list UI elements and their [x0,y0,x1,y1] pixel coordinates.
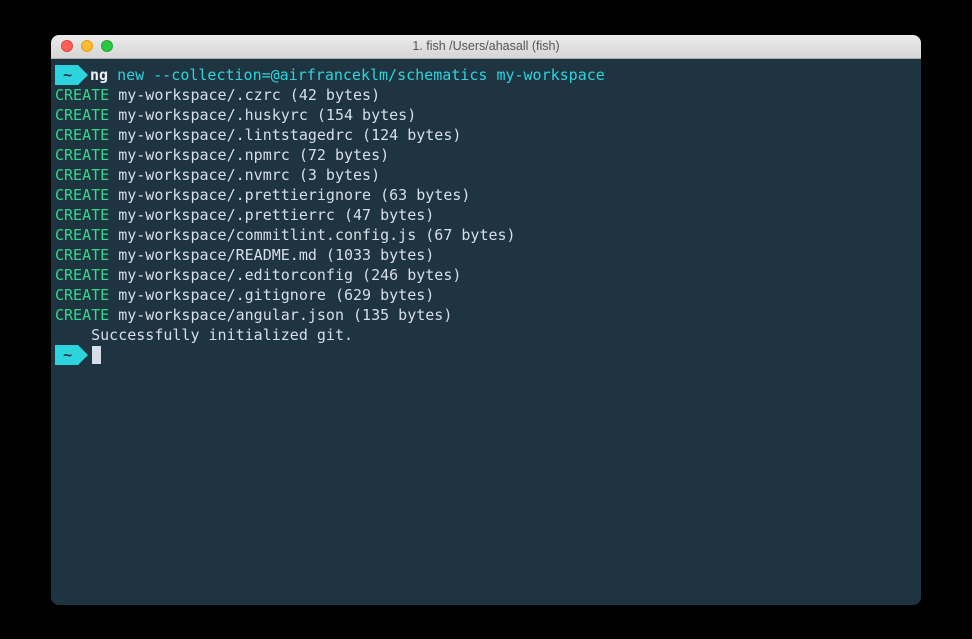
status-line: Successfully initialized git. [51,325,921,345]
close-icon[interactable] [61,40,73,52]
output-path: my-workspace/README.md (1033 bytes) [109,246,434,264]
output-line: CREATE my-workspace/commitlint.config.js… [51,225,921,245]
cmd-package: @airfranceklm/schematics [271,66,488,84]
terminal-window: 1. fish /Users/ahasall (fish) ~ ng new --… [51,35,921,605]
cursor-icon [92,346,101,364]
output-path: my-workspace/.czrc (42 bytes) [109,86,380,104]
output-path: my-workspace/.huskyrc (154 bytes) [109,106,416,124]
cmd-name: ng [90,66,108,84]
output-line: CREATE my-workspace/README.md (1033 byte… [51,245,921,265]
cmd-arg: my-workspace [496,66,604,84]
output-action: CREATE [55,306,109,324]
output-action: CREATE [55,146,109,164]
output-line: CREATE my-workspace/.prettierrc (47 byte… [51,205,921,225]
terminal-body[interactable]: ~ ng new --collection=@airfranceklm/schem… [51,59,921,605]
output-line: CREATE my-workspace/.nvmrc (3 bytes) [51,165,921,185]
window-titlebar: 1. fish /Users/ahasall (fish) [51,35,921,59]
maximize-icon[interactable] [101,40,113,52]
output-line: CREATE my-workspace/angular.json (135 by… [51,305,921,325]
output-line: CREATE my-workspace/.gitignore (629 byte… [51,285,921,305]
output-path: my-workspace/commitlint.config.js (67 by… [109,226,515,244]
output-path: my-workspace/.npmrc (72 bytes) [109,146,389,164]
output-path: my-workspace/.editorconfig (246 bytes) [109,266,461,284]
output-action: CREATE [55,286,109,304]
output-action: CREATE [55,246,109,264]
output-action: CREATE [55,166,109,184]
output-action: CREATE [55,106,109,124]
output-action: CREATE [55,86,109,104]
output-line: CREATE my-workspace/.huskyrc (154 bytes) [51,105,921,125]
output-path: my-workspace/angular.json (135 bytes) [109,306,452,324]
output-line: CREATE my-workspace/.npmrc (72 bytes) [51,145,921,165]
output-path: my-workspace/.gitignore (629 bytes) [109,286,434,304]
minimize-icon[interactable] [81,40,93,52]
output-path: my-workspace/.prettierignore (63 bytes) [109,186,470,204]
output-block: CREATE my-workspace/.czrc (42 bytes)CREA… [51,85,921,325]
output-path: my-workspace/.nvmrc (3 bytes) [109,166,380,184]
status-message: Successfully initialized git. [55,326,353,344]
output-action: CREATE [55,206,109,224]
output-action: CREATE [55,126,109,144]
output-action: CREATE [55,186,109,204]
window-controls [61,40,113,52]
cmd-subcommand: new [117,66,144,84]
output-line: CREATE my-workspace/.lintstagedrc (124 b… [51,125,921,145]
output-line: CREATE my-workspace/.editorconfig (246 b… [51,265,921,285]
command-line: ~ ng new --collection=@airfranceklm/schem… [51,65,921,85]
output-path: my-workspace/.prettierrc (47 bytes) [109,206,434,224]
output-path: my-workspace/.lintstagedrc (124 bytes) [109,126,461,144]
output-action: CREATE [55,226,109,244]
cmd-flag: --collection= [153,66,270,84]
output-line: CREATE my-workspace/.prettierignore (63 … [51,185,921,205]
prompt-badge: ~ [55,65,78,85]
output-action: CREATE [55,266,109,284]
prompt-badge: ~ [55,345,78,365]
prompt-line: ~ [51,345,921,365]
output-line: CREATE my-workspace/.czrc (42 bytes) [51,85,921,105]
window-title: 1. fish /Users/ahasall (fish) [61,39,911,53]
